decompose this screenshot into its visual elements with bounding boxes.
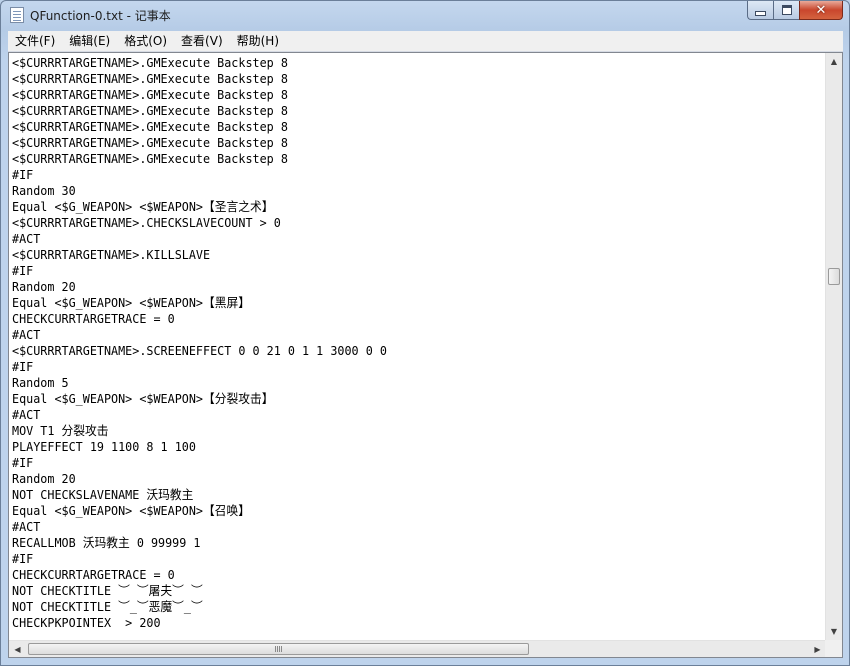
horizontal-scrollbar[interactable]: ◀ ▶ <box>9 640 826 657</box>
vertical-scrollbar[interactable]: ▲ ▼ <box>825 53 842 640</box>
text-line: #ACT <box>12 327 41 342</box>
menu-help[interactable]: 帮助(H) <box>231 31 285 51</box>
text-line: <$CURRRTARGETNAME>.GMExecute Backstep 8 <box>12 87 288 102</box>
text-line: <$CURRRTARGETNAME>.GMExecute Backstep 8 <box>12 119 288 134</box>
text-line: NOT CHECKTITLE ︶ ︶屠夫︶ ︶ <box>12 583 203 598</box>
text-line: Equal <$G_WEAPON> <$WEAPON>【分裂攻击】 <box>12 391 274 406</box>
text-line: #IF <box>12 359 34 374</box>
text-line: CHECKCURRTARGETRACE = 0 <box>12 311 175 326</box>
scroll-up-icon[interactable]: ▲ <box>826 53 842 70</box>
scroll-left-icon[interactable]: ◀ <box>9 641 26 657</box>
grip-icon <box>274 646 276 652</box>
text-line: <$CURRRTARGETNAME>.GMExecute Backstep 8 <box>12 71 288 86</box>
scroll-right-icon[interactable]: ▶ <box>809 641 826 657</box>
notepad-icon[interactable] <box>10 7 24 23</box>
close-button[interactable]: ✕ <box>799 1 843 20</box>
text-area[interactable]: <$CURRRTARGETNAME>.GMExecute Backstep 8 <… <box>9 53 826 640</box>
text-line: #IF <box>12 263 34 278</box>
text-line: Equal <$G_WEAPON> <$WEAPON>【召唤】 <box>12 503 251 518</box>
text-line: <$CURRRTARGETNAME>.KILLSLAVE <box>12 247 211 262</box>
text-line: Random 30 <box>12 183 76 198</box>
text-line: CHECKCURRTARGETRACE = 0 <box>12 567 175 582</box>
text-line: #IF <box>12 551 34 566</box>
text-line: #ACT <box>12 519 41 534</box>
text-line: <$CURRRTARGETNAME>.GMExecute Backstep 8 <box>12 55 288 70</box>
title-bar[interactable]: QFunction-0.txt - 记事本 ✕ <box>1 1 849 31</box>
text-line: Random 20 <box>12 279 76 294</box>
maximize-button[interactable] <box>773 1 799 20</box>
text-line: #IF <box>12 167 34 182</box>
text-line: #ACT <box>12 231 41 246</box>
text-line: Equal <$G_WEAPON> <$WEAPON>【圣言之术】 <box>12 199 274 214</box>
menu-format[interactable]: 格式(O) <box>118 31 173 51</box>
text-line: MOV T1 分裂攻击 <box>12 423 109 438</box>
text-line: Random 5 <box>12 375 69 390</box>
text-line: #IF <box>12 455 34 470</box>
horizontal-scroll-thumb[interactable] <box>28 643 529 655</box>
window-title: QFunction-0.txt - 记事本 <box>30 9 171 23</box>
text-line: NOT CHECKTITLE ︶_︶恶魔︶_︶ <box>12 599 203 614</box>
text-line: CHECKPKPOINTEX > 200 <box>12 615 161 630</box>
size-grip <box>825 640 842 657</box>
scroll-down-icon[interactable]: ▼ <box>826 623 842 640</box>
text-line: NOT CHECKSLAVENAME 沃玛教主 <box>12 487 194 502</box>
notepad-window: QFunction-0.txt - 记事本 ✕ 文件(F) 编辑(E) 格式(O… <box>0 0 850 666</box>
close-icon: ✕ <box>815 2 827 18</box>
menu-file[interactable]: 文件(F) <box>8 31 61 51</box>
text-line: <$CURRRTARGETNAME>.CHECKSLAVECOUNT > 0 <box>12 215 281 230</box>
text-line: Random 20 <box>12 471 76 486</box>
maximize-icon <box>781 5 792 15</box>
menu-edit[interactable]: 编辑(E) <box>63 31 116 51</box>
text-line: <$CURRRTARGETNAME>.SCREENEFFECT 0 0 21 0… <box>12 343 387 358</box>
text-line: Equal <$G_WEAPON> <$WEAPON>【黑屏】 <box>12 295 251 310</box>
text-editor[interactable]: <$CURRRTARGETNAME>.GMExecute Backstep 8 <… <box>8 52 843 658</box>
menu-bar: 文件(F) 编辑(E) 格式(O) 查看(V) 帮助(H) <box>8 31 843 52</box>
caption-buttons: ✕ <box>747 1 843 21</box>
text-line: #ACT <box>12 407 41 422</box>
vertical-scroll-thumb[interactable] <box>828 268 840 286</box>
text-content[interactable]: <$CURRRTARGETNAME>.GMExecute Backstep 8 <… <box>9 53 826 631</box>
text-line: PLAYEFFECT 19 1100 8 1 100 <box>12 439 196 454</box>
text-line: RECALLMOB 沃玛教主 0 99999 1 <box>12 535 201 550</box>
text-line: <$CURRRTARGETNAME>.GMExecute Backstep 8 <box>12 135 288 150</box>
text-line: <$CURRRTARGETNAME>.GMExecute Backstep 8 <box>12 103 288 118</box>
menu-view[interactable]: 查看(V) <box>175 31 229 51</box>
text-line: <$CURRRTARGETNAME>.GMExecute Backstep 8 <box>12 151 288 166</box>
minimize-button[interactable] <box>747 1 773 20</box>
minimize-icon <box>755 10 766 16</box>
